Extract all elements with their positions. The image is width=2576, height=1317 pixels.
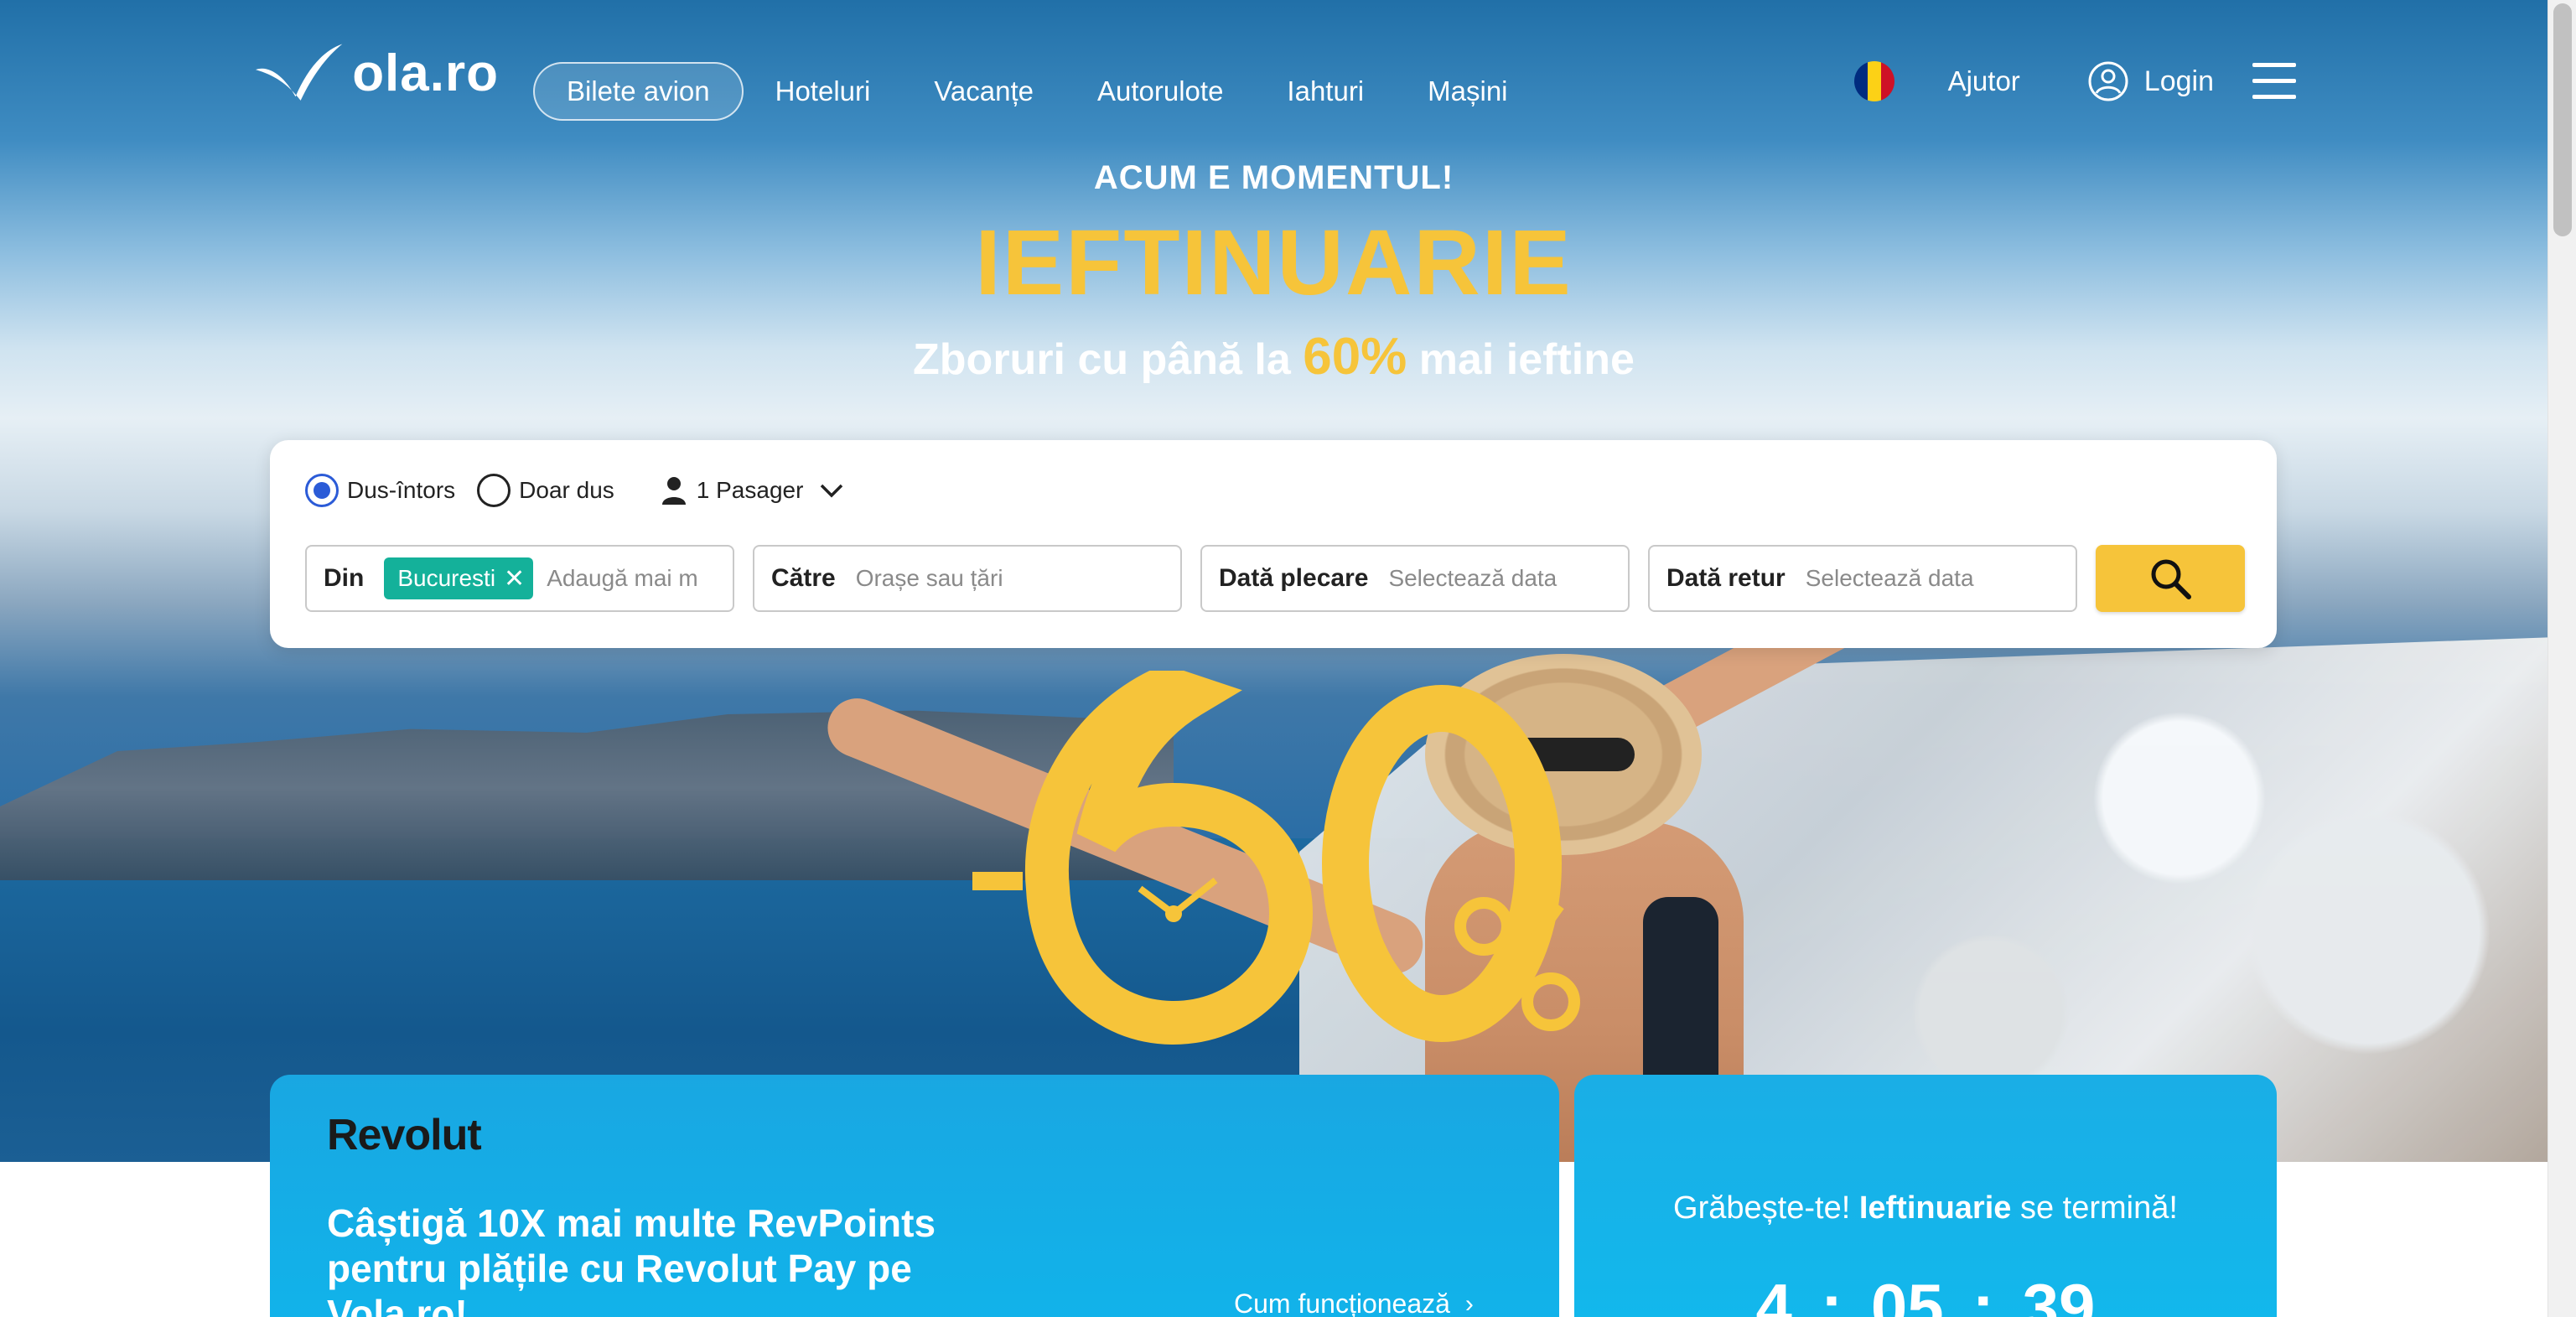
to-placeholder: Orașe sau țări (855, 565, 1003, 591)
nav-vacante[interactable]: Vacanțe (902, 62, 1065, 121)
logo-swoosh-icon (256, 44, 343, 101)
search-fields: Din Bucuresti ✕ Adaugă mai m Către Orașe… (305, 545, 2245, 612)
countdown-digits: 4 : 05 : 39 (1574, 1269, 2277, 1317)
subtitle-text: Zboruri cu până la (913, 335, 1304, 384)
subtitle-text-end: mai ieftine (1407, 335, 1635, 384)
return-label: Dată retur (1666, 564, 1786, 592)
promo-line: Vola.ro! (327, 1292, 468, 1317)
radio-round-trip[interactable]: Dus-întors (305, 474, 455, 507)
radio-circle (477, 474, 511, 507)
countdown-separator: : (1972, 1270, 1994, 1317)
departure-date-field[interactable]: Dată plecare Selectează data (1200, 545, 1630, 612)
page-scrollbar[interactable] (2547, 0, 2576, 1317)
nav-masini[interactable]: Mașini (1396, 62, 1539, 121)
radio-label: Doar dus (519, 477, 614, 503)
to-field[interactable]: Către Orașe sau țări (753, 545, 1182, 612)
top-navigation: ola.ro Bilete avion Hoteluri Vacanțe Aut… (0, 0, 2547, 176)
countdown-title-end: se termină! (2011, 1190, 2178, 1226)
origin-chip-label: Bucuresti (397, 565, 496, 591)
countdown-separator: : (1820, 1270, 1843, 1317)
countdown-title: Grăbește-te! Ieftinuarie se termină! (1574, 1190, 2277, 1226)
nav-actions: Ajutor Login (1853, 60, 2296, 102)
passengers-dropdown[interactable]: 1 Pasager (661, 476, 844, 505)
radio-one-way[interactable]: Doar dus (477, 474, 614, 507)
romania-flag-icon[interactable] (1853, 61, 1894, 101)
campaign-title: IEFTINUARIE (975, 211, 1573, 314)
nav-hoteluri[interactable]: Hoteluri (744, 62, 903, 121)
flight-search-form: Dus-întors Doar dus 1 Pasager Din Bucure… (270, 440, 2277, 648)
from-field[interactable]: Din Bucuresti ✕ Adaugă mai m (305, 545, 734, 612)
passengers-label: 1 Pasager (696, 477, 804, 503)
nav-iahturi[interactable]: Iahturi (1255, 62, 1396, 121)
login-label: Login (2143, 65, 2214, 97)
nav-autorulote[interactable]: Autorulote (1065, 62, 1255, 121)
how-it-works-label: Cum funcționează (1234, 1288, 1450, 1317)
search-button[interactable] (2096, 545, 2245, 612)
discount-graphic (972, 671, 1580, 1045)
user-circle-icon (2088, 61, 2128, 101)
countdown-hours: 05 (1870, 1270, 1944, 1317)
subtitle-highlight: 60% (1303, 328, 1407, 386)
search-icon (2151, 559, 2191, 599)
from-label: Din (324, 564, 365, 592)
login-button[interactable]: Login (2087, 60, 2214, 102)
departure-placeholder: Selectează data (1388, 565, 1558, 591)
main-menu: Bilete avion Hoteluri Vacanțe Autorulote… (533, 62, 1540, 121)
countdown-title-bold: Ieftinuarie (1858, 1190, 2012, 1226)
revolut-logo: Revolut (327, 1111, 482, 1159)
countdown-minutes: 39 (2022, 1270, 2096, 1317)
pre-title: ACUM E MOMENTUL! (1093, 159, 1454, 196)
promo-line: Câștigă 10X mai multe RevPoints (327, 1201, 936, 1245)
remove-origin-icon[interactable]: ✕ (504, 564, 525, 594)
radio-label: Dus-întors (347, 477, 456, 503)
from-placeholder: Adaugă mai m (547, 565, 698, 591)
person-icon (661, 477, 686, 505)
to-label: Către (771, 564, 836, 592)
campaign-subtitle: Zboruri cu până la 60% mai ieftine (0, 327, 2547, 386)
countdown-days: 4 (1755, 1270, 1792, 1317)
departure-label: Dată plecare (1219, 564, 1369, 592)
hamburger-menu-icon[interactable] (2252, 63, 2296, 100)
origin-chip: Bucuresti ✕ (384, 557, 534, 599)
vola-logo[interactable]: ola.ro (256, 35, 499, 111)
help-link[interactable]: Ajutor (1948, 65, 2020, 97)
revolut-promo-text: Câștigă 10X mai multe RevPoints pentru p… (327, 1200, 1048, 1317)
return-date-field[interactable]: Dată retur Selectează data (1648, 545, 2077, 612)
countdown-card: Grăbește-te! Ieftinuarie se termină! 4 :… (1574, 1075, 2277, 1317)
revolut-promo-card: Revolut Câștigă 10X mai multe RevPoints … (270, 1075, 1559, 1317)
nav-bilete-avion[interactable]: Bilete avion (533, 62, 744, 121)
chevron-right-icon: › (1464, 1289, 1474, 1317)
radio-circle (305, 474, 339, 507)
chevron-down-icon (821, 484, 843, 498)
return-placeholder: Selectează data (1805, 565, 1974, 591)
promo-line: pentru plățile cu Revolut Pay pe (327, 1247, 912, 1290)
how-it-works-link[interactable]: Cum funcționează › (1234, 1288, 1474, 1317)
logo-text: ola.ro (352, 44, 499, 102)
scrollbar-thumb[interactable] (2553, 3, 2572, 236)
countdown-title-start: Grăbește-te! (1673, 1190, 1859, 1226)
trip-options: Dus-întors Doar dus 1 Pasager (305, 474, 843, 507)
